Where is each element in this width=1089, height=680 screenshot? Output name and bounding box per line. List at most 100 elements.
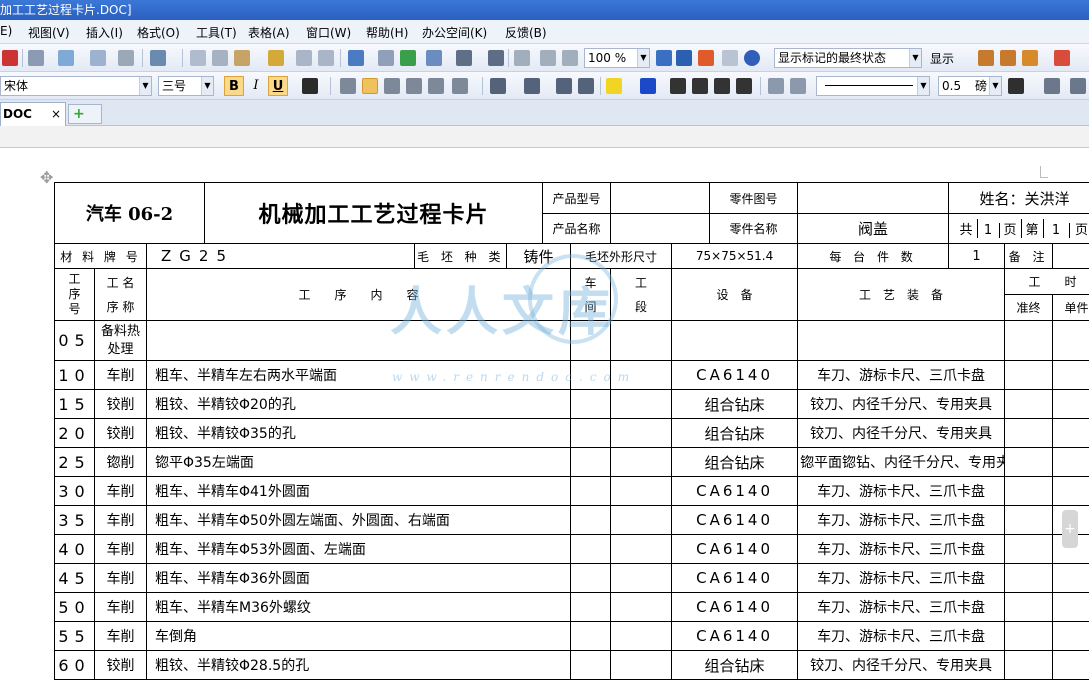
track-prev-icon[interactable] xyxy=(978,50,994,66)
draw-table-icon[interactable] xyxy=(790,78,806,94)
justify-icon[interactable] xyxy=(406,78,422,94)
format-painter-icon[interactable] xyxy=(268,50,284,66)
line-weight-select[interactable]: 0.5 磅 ▼ xyxy=(938,76,1002,96)
remark-value[interactable] xyxy=(1053,244,1089,269)
side-expand-handle[interactable]: + xyxy=(1062,510,1078,548)
document-tab[interactable]: DOC × xyxy=(0,102,66,126)
line-style-select[interactable]: ▼ xyxy=(816,76,930,96)
prep-time-cell[interactable] xyxy=(1005,448,1053,477)
office-icon[interactable] xyxy=(698,50,714,66)
prep-time-cell[interactable] xyxy=(1005,535,1053,564)
font-name-select[interactable]: 宋体 ▼ xyxy=(0,76,152,96)
unit-time-cell[interactable] xyxy=(1053,564,1089,593)
section-cell[interactable] xyxy=(611,361,672,390)
prep-time-cell[interactable] xyxy=(1005,321,1053,361)
superscript-icon[interactable] xyxy=(714,78,730,94)
chevron-down-icon[interactable]: ▼ xyxy=(139,77,151,95)
paste-icon[interactable] xyxy=(234,50,250,66)
unit-time-cell[interactable] xyxy=(1053,448,1089,477)
paragraph-icon[interactable] xyxy=(540,50,556,66)
grow-font-icon[interactable] xyxy=(670,78,686,94)
shop-cell[interactable] xyxy=(571,622,611,651)
redo-icon[interactable] xyxy=(318,50,334,66)
globe-icon[interactable] xyxy=(400,50,416,66)
section-cell[interactable] xyxy=(611,477,672,506)
shrink-font-icon[interactable] xyxy=(692,78,708,94)
increase-indent-icon[interactable] xyxy=(578,78,594,94)
help-icon[interactable] xyxy=(744,50,760,66)
border-icon[interactable] xyxy=(1044,78,1060,94)
prep-time-cell[interactable] xyxy=(1005,651,1053,680)
section-cell[interactable] xyxy=(611,622,672,651)
prep-time-cell[interactable] xyxy=(1005,419,1053,448)
chevron-down-icon[interactable]: ▼ xyxy=(989,77,1001,95)
align-right-icon[interactable] xyxy=(384,78,400,94)
font-size-select[interactable]: 三号 ▼ xyxy=(158,76,214,96)
unit-time-cell[interactable] xyxy=(1053,622,1089,651)
shop-cell[interactable] xyxy=(571,506,611,535)
prep-time-cell[interactable] xyxy=(1005,477,1053,506)
underline-button[interactable]: U xyxy=(268,76,288,96)
zoom-select[interactable]: 100 % ▼ xyxy=(584,48,650,68)
menu-help[interactable]: 帮助(H) xyxy=(366,24,408,41)
menu-window[interactable]: 窗口(W) xyxy=(306,24,351,41)
menu-format[interactable]: 格式(O) xyxy=(137,24,180,41)
section-cell[interactable] xyxy=(611,593,672,622)
pen-color-icon[interactable] xyxy=(1008,78,1024,94)
prep-time-cell[interactable] xyxy=(1005,361,1053,390)
shop-cell[interactable] xyxy=(571,477,611,506)
help-book-icon[interactable] xyxy=(656,50,672,66)
reject-icon[interactable] xyxy=(1054,50,1070,66)
highlight-icon[interactable] xyxy=(606,78,622,94)
unit-time-cell[interactable] xyxy=(1053,651,1089,680)
bullets-icon[interactable] xyxy=(524,78,540,94)
table-icon[interactable] xyxy=(348,50,364,66)
line-spacing-icon[interactable] xyxy=(452,78,468,94)
cut-icon[interactable] xyxy=(212,50,228,66)
columns-icon[interactable] xyxy=(456,50,472,66)
show-menu-button[interactable]: 显示 xyxy=(930,50,954,67)
chevron-down-icon[interactable]: ▼ xyxy=(917,77,929,95)
section-cell[interactable] xyxy=(611,448,672,477)
text-effect-icon[interactable] xyxy=(302,78,318,94)
unit-time-cell[interactable] xyxy=(1053,321,1089,361)
formula-icon[interactable] xyxy=(378,50,394,66)
shop-cell[interactable] xyxy=(571,361,611,390)
shading-icon[interactable] xyxy=(1070,78,1086,94)
prep-time-cell[interactable] xyxy=(1005,390,1053,419)
unit-time-cell[interactable] xyxy=(1053,477,1089,506)
document-area[interactable]: ✥ 汽车 06-2 机械加工工艺过程卡片 产品型号 零件图号 姓名：关洪洋 产品… xyxy=(0,148,1089,664)
menu-view[interactable]: 视图(V) xyxy=(28,24,70,41)
menu-feedback[interactable]: 反馈(B) xyxy=(505,24,547,41)
frame-icon[interactable] xyxy=(562,50,578,66)
prep-time-cell[interactable] xyxy=(1005,622,1053,651)
track-next-icon[interactable] xyxy=(1000,50,1016,66)
unit-time-cell[interactable] xyxy=(1053,593,1089,622)
unit-time-cell[interactable] xyxy=(1053,361,1089,390)
menu-edit[interactable]: E) xyxy=(0,24,12,38)
markup-mode-select[interactable]: 显示标记的最终状态 ▼ xyxy=(774,48,922,68)
chart-icon[interactable] xyxy=(488,50,504,66)
undo-icon[interactable] xyxy=(296,50,312,66)
shop-cell[interactable] xyxy=(571,564,611,593)
section-cell[interactable] xyxy=(611,651,672,680)
shop-cell[interactable] xyxy=(571,390,611,419)
new-tab-button[interactable]: + ▼ xyxy=(68,104,102,124)
section-cell[interactable] xyxy=(611,564,672,593)
format-icon[interactable] xyxy=(118,50,134,66)
preview-icon[interactable] xyxy=(58,50,74,66)
traditional-chinese-icon[interactable] xyxy=(150,50,166,66)
product-model-value[interactable] xyxy=(611,183,710,214)
numbering-icon[interactable] xyxy=(490,78,506,94)
section-cell[interactable] xyxy=(611,506,672,535)
subscript-icon[interactable] xyxy=(736,78,752,94)
copy-icon[interactable] xyxy=(190,50,206,66)
move-handle-icon[interactable]: ✥ xyxy=(40,168,53,187)
product-name-value[interactable] xyxy=(611,214,710,244)
font-color-icon[interactable] xyxy=(640,78,656,94)
menu-insert[interactable]: 插入(I) xyxy=(86,24,123,41)
part-drawing-value[interactable] xyxy=(798,183,949,214)
section-cell[interactable] xyxy=(611,535,672,564)
shop-cell[interactable] xyxy=(571,321,611,361)
chevron-down-icon[interactable]: ▼ xyxy=(637,49,649,67)
